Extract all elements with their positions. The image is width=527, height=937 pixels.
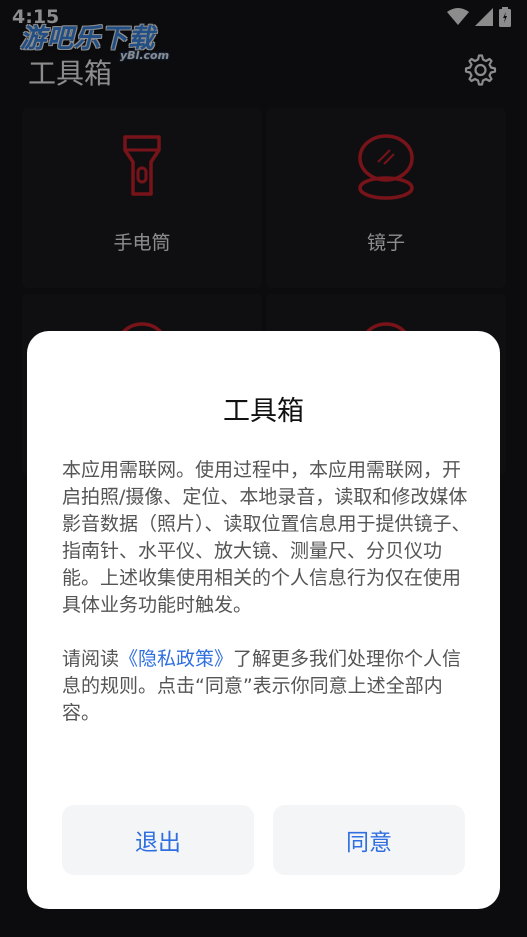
dialog-description: 本应用需联网。使用过程中，本应用需联网，开启拍照/摄像、定位、本地录音，读取和修…	[62, 459, 471, 616]
privacy-policy-link[interactable]: 《隐私政策》	[119, 648, 233, 670]
privacy-dialog: 工具箱 本应用需联网。使用过程中，本应用需联网，开启拍照/摄像、定位、本地录音，…	[27, 331, 500, 909]
notice-prefix: 请阅读	[62, 648, 120, 670]
dialog-body: 本应用需联网。使用过程中，本应用需联网，开启拍照/摄像、定位、本地录音，读取和修…	[62, 457, 472, 727]
agree-button[interactable]: 同意	[273, 805, 465, 875]
exit-button[interactable]: 退出	[62, 805, 254, 875]
dialog-notice: 请阅读《隐私政策》了解更多我们处理你个人信息的规则。点击“同意”表示你同意上述全…	[62, 646, 472, 727]
dialog-title: 工具箱	[223, 396, 304, 427]
